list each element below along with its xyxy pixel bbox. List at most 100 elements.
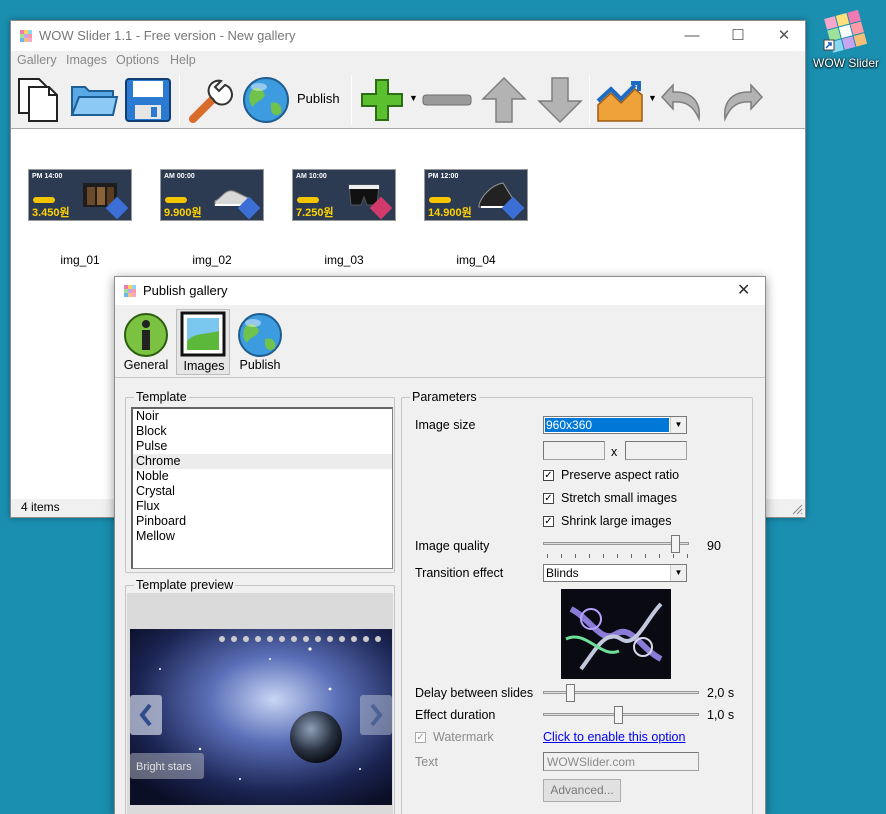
remove-image-icon[interactable] bbox=[421, 75, 473, 125]
dialog-title-bar[interactable]: Publish gallery ✕ bbox=[115, 277, 765, 305]
minimize-button[interactable]: — bbox=[669, 21, 715, 51]
chevron-down-icon: ▼ bbox=[670, 565, 686, 581]
template-item-selected[interactable]: Chrome bbox=[133, 454, 392, 469]
image-quality-value: 90 bbox=[707, 539, 721, 553]
thumbnail-name: img_01 bbox=[60, 253, 100, 267]
minimize-icon: — bbox=[684, 27, 700, 44]
undo-icon[interactable] bbox=[659, 75, 709, 125]
effect-duration-slider[interactable] bbox=[614, 706, 623, 724]
image-quality-track[interactable] bbox=[543, 542, 689, 545]
template-item[interactable]: Pulse bbox=[133, 439, 392, 454]
redo-icon[interactable] bbox=[715, 75, 765, 125]
new-document-icon[interactable] bbox=[15, 75, 65, 125]
transition-effect-select[interactable]: Blinds ▼ bbox=[543, 564, 687, 582]
template-item[interactable]: Noble bbox=[133, 469, 392, 484]
tab-images[interactable]: Images bbox=[176, 309, 230, 375]
image-quality-slider[interactable] bbox=[671, 535, 680, 553]
template-list[interactable]: Noir Block Pulse Chrome Noble Crystal Fl… bbox=[131, 407, 393, 569]
thumbnail-price: 7.250원 bbox=[296, 207, 334, 219]
slider-tick bbox=[659, 554, 660, 558]
add-dropdown-icon[interactable]: ▼ bbox=[409, 93, 418, 103]
menu-help[interactable]: Help bbox=[170, 53, 196, 67]
add-image-icon[interactable] bbox=[357, 75, 407, 125]
transition-preview-image bbox=[561, 589, 671, 679]
preserve-aspect-checkbox[interactable]: ✓ bbox=[543, 470, 554, 481]
toolbar-separator bbox=[589, 75, 590, 125]
transition-effect-value: Blinds bbox=[546, 566, 579, 580]
watermark-checkbox[interactable]: ✓ bbox=[415, 732, 426, 743]
image-thumbnail[interactable]: AM 10:00 7.250원 bbox=[292, 169, 396, 221]
watermark-label: Watermark bbox=[433, 730, 494, 744]
shrink-large-label: Shrink large images bbox=[561, 514, 672, 528]
template-item[interactable]: Flux bbox=[133, 499, 392, 514]
template-item[interactable]: Noir bbox=[133, 409, 392, 424]
height-field[interactable] bbox=[625, 441, 687, 460]
template-item[interactable]: Mellow bbox=[133, 529, 392, 544]
stretch-small-label: Stretch small images bbox=[561, 491, 678, 505]
tab-divider bbox=[115, 377, 765, 378]
publish-label[interactable]: Publish bbox=[297, 91, 340, 106]
thumbnail-pill bbox=[165, 197, 187, 203]
toolbar-separator bbox=[351, 75, 352, 125]
delay-label: Delay between slides bbox=[415, 686, 534, 700]
image-thumbnail[interactable]: PM 12:00 14.900원 bbox=[424, 169, 528, 221]
preview-caption: Bright stars bbox=[136, 761, 192, 773]
tab-publish[interactable]: Publish bbox=[233, 309, 287, 375]
text-label: Text bbox=[415, 755, 438, 769]
slider-tick bbox=[589, 554, 590, 558]
desktop-icon-label: WOW Slider bbox=[813, 56, 879, 70]
thumbnail-time: AM 00:00 bbox=[164, 173, 195, 180]
globe-icon[interactable] bbox=[241, 75, 291, 125]
save-icon[interactable] bbox=[123, 75, 173, 125]
template-item[interactable]: Pinboard bbox=[133, 514, 392, 529]
close-button[interactable]: ✕ bbox=[761, 21, 807, 51]
template-item[interactable]: Block bbox=[133, 424, 392, 439]
effect-duration-label: Effect duration bbox=[415, 708, 496, 722]
thumbnail-name: img_02 bbox=[192, 253, 232, 267]
slider-tick bbox=[561, 554, 562, 558]
move-up-icon[interactable] bbox=[479, 75, 529, 125]
shrink-large-checkbox[interactable]: ✓ bbox=[543, 516, 554, 527]
app-icon bbox=[20, 30, 32, 42]
preserve-aspect-label: Preserve aspect ratio bbox=[561, 468, 680, 482]
menu-gallery[interactable]: Gallery bbox=[17, 53, 57, 67]
menu-images[interactable]: Images bbox=[66, 53, 107, 67]
wrench-icon[interactable] bbox=[185, 75, 235, 125]
watermark-text-field[interactable]: WOWSlider.com bbox=[543, 752, 699, 771]
desktop-icon-wow-slider[interactable]: WOW Slider bbox=[812, 6, 880, 72]
slider-tick bbox=[617, 554, 618, 558]
open-folder-icon[interactable] bbox=[69, 75, 119, 125]
enable-watermark-link[interactable]: Click to enable this option bbox=[543, 730, 685, 744]
info-icon bbox=[124, 313, 168, 357]
effect-duration-value: 1,0 s bbox=[707, 708, 735, 722]
title-bar[interactable]: WOW Slider 1.1 - Free version - New gall… bbox=[11, 21, 805, 51]
advanced-button[interactable]: Advanced... bbox=[543, 779, 621, 802]
tab-general[interactable]: General bbox=[119, 309, 173, 375]
tab-label: Images bbox=[183, 359, 225, 373]
delay-slider[interactable] bbox=[566, 684, 575, 702]
thumbnail-pill bbox=[33, 197, 55, 203]
dialog-close-button[interactable]: ✕ bbox=[737, 280, 750, 300]
chart-dropdown-icon[interactable]: ▼ bbox=[648, 93, 657, 103]
thumbnail-pill bbox=[297, 197, 319, 203]
menu-options[interactable]: Options bbox=[116, 53, 159, 67]
slider-tick bbox=[687, 554, 688, 558]
resize-grip-icon[interactable] bbox=[791, 503, 803, 515]
delay-value: 2,0 s bbox=[707, 686, 735, 700]
globe-icon bbox=[238, 313, 282, 357]
template-item[interactable]: Crystal bbox=[133, 484, 392, 499]
image-size-label: Image size bbox=[415, 418, 476, 432]
chart-icon[interactable] bbox=[595, 75, 645, 125]
thumbnail-price: 9.900원 bbox=[164, 207, 202, 219]
width-field[interactable] bbox=[543, 441, 605, 460]
slider-tick bbox=[603, 554, 604, 558]
toolbar: Publish ▼ ▼ bbox=[11, 71, 805, 129]
stretch-small-checkbox[interactable]: ✓ bbox=[543, 493, 554, 504]
space-preview-image bbox=[130, 629, 392, 805]
menu-bar: Gallery Images Options Help bbox=[11, 51, 805, 71]
maximize-button[interactable]: ☐ bbox=[715, 21, 761, 51]
image-size-select[interactable]: 960x360 ▼ bbox=[543, 416, 687, 434]
image-thumbnail[interactable]: PM 14:00 3.450원 bbox=[28, 169, 132, 221]
image-thumbnail[interactable]: AM 00:00 9.900원 bbox=[160, 169, 264, 221]
move-down-icon[interactable] bbox=[535, 75, 585, 125]
